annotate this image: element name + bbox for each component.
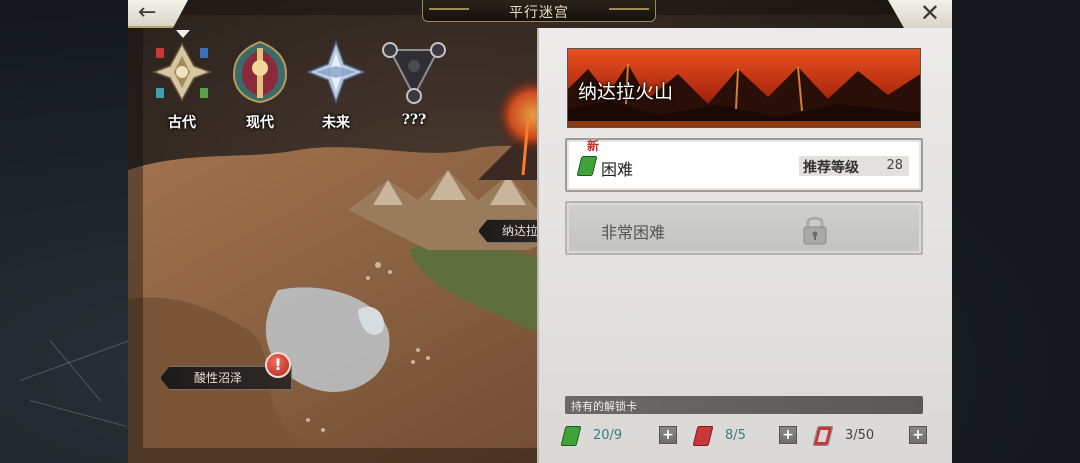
- era-label: ???: [401, 112, 427, 128]
- era-future[interactable]: 未来: [300, 38, 372, 132]
- card-count: 3/50: [845, 428, 875, 443]
- decorative-line: [49, 340, 102, 403]
- map-location-label: 酸性沼泽: [194, 371, 243, 385]
- green-unlock-card-icon: [576, 156, 598, 176]
- page-title: 平行迷宫: [509, 5, 569, 21]
- white-unlock-card-icon: [812, 426, 834, 446]
- unknown-era-icon: [382, 42, 446, 104]
- modern-era-icon: [232, 40, 288, 104]
- card-count: 20/9: [593, 428, 623, 443]
- unlock-cards-header: 持有的解锁卡: [565, 396, 923, 414]
- era-modern[interactable]: 现代: [224, 38, 296, 132]
- ancient-era-icon: [151, 42, 213, 102]
- era-unknown[interactable]: ???: [378, 38, 450, 128]
- card-count: 8/5: [725, 428, 746, 443]
- title-bar: 平行迷宫: [422, 0, 656, 22]
- add-white-card-button[interactable]: +: [909, 426, 927, 444]
- decorative-line: [19, 338, 133, 381]
- era-label: 现代: [246, 115, 274, 131]
- difficulty-label: 困难: [601, 160, 634, 179]
- era-label: 未来: [322, 115, 350, 131]
- green-unlock-card: 20/9: [560, 424, 633, 448]
- era-label: 古代: [168, 115, 196, 131]
- difficulty-hard-option[interactable]: 新 困难 推荐等级 28: [565, 138, 923, 192]
- back-arrow-icon: ←: [138, 0, 157, 25]
- lock-icon: [803, 216, 827, 245]
- location-banner: 纳达拉火山: [567, 48, 921, 128]
- difficulty-very-hard-option[interactable]: 非常困难: [565, 201, 923, 255]
- difficulty-label: 非常困难: [601, 223, 666, 242]
- stage-detail-panel: 纳达拉火山 新 困难 推荐等级 28 非常困难 持有的解锁卡 20/9 + 8/…: [537, 28, 952, 463]
- recommended-level-label: 推荐等级: [803, 160, 859, 176]
- red-unlock-card-icon: [692, 426, 714, 446]
- recommended-level: 推荐等级 28: [799, 156, 909, 176]
- unlock-cards-title: 持有的解锁卡: [571, 400, 637, 413]
- decorative-line: [29, 400, 127, 427]
- white-unlock-card: 3/50: [812, 424, 885, 448]
- era-ancient[interactable]: 古代: [146, 38, 218, 132]
- location-name: 纳达拉火山: [578, 81, 674, 103]
- add-green-card-button[interactable]: +: [659, 426, 677, 444]
- green-unlock-card-icon: [560, 426, 582, 446]
- recommended-level-value: 28: [886, 158, 903, 173]
- add-red-card-button[interactable]: +: [779, 426, 797, 444]
- new-badge: 新: [587, 139, 600, 153]
- alert-icon[interactable]: !: [265, 352, 291, 378]
- selected-era-marker: [176, 30, 190, 38]
- close-icon: ✕: [919, 0, 940, 27]
- red-unlock-card: 8/5: [692, 424, 765, 448]
- future-era-icon: [305, 39, 367, 105]
